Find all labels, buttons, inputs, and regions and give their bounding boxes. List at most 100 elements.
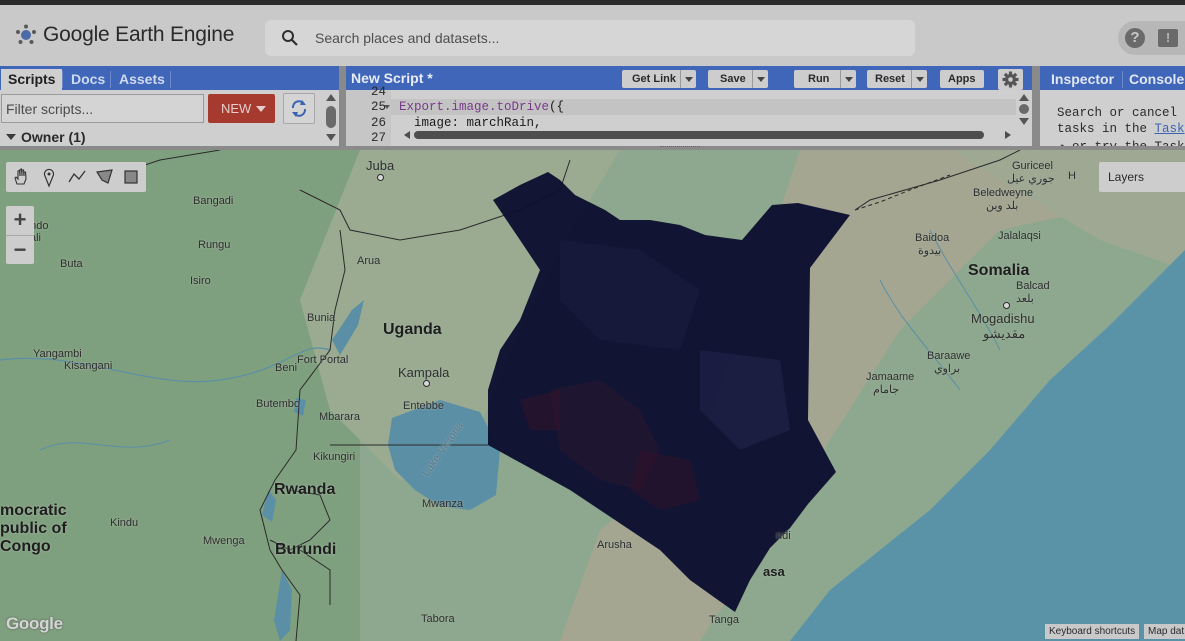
reset-button[interactable]: Reset xyxy=(867,70,927,88)
map-label-guriceel-ar: جوري عيل xyxy=(1007,173,1055,185)
keyboard-shortcuts-link[interactable]: Keyboard shortcuts xyxy=(1045,624,1140,639)
polygon-icon[interactable] xyxy=(93,165,117,189)
map-label-mogadishu: Mogadishu xyxy=(971,311,1035,326)
map-label-kikungiri: Kikungiri xyxy=(313,451,356,463)
chevron-down-icon[interactable] xyxy=(680,70,696,88)
fold-arrow-icon[interactable] xyxy=(384,105,390,109)
map-data-link[interactable]: Map dat xyxy=(1144,624,1185,639)
scroll-left-icon[interactable] xyxy=(404,131,410,139)
map-label-rungu: Rungu xyxy=(198,239,231,251)
map-label-balcad-ar: بلعد xyxy=(1016,293,1034,305)
map-label-mbarara: Mbarara xyxy=(319,411,360,423)
editor-toolbar: New Script * Get Link Save Run Reset App… xyxy=(346,66,1032,90)
chevron-down-icon xyxy=(256,106,266,112)
apps-button[interactable]: Apps xyxy=(940,70,984,88)
map-label-democratic: mocratic xyxy=(0,502,67,519)
rectangle-icon[interactable] xyxy=(119,165,143,189)
tasks-message-text: tasks in the xyxy=(1057,122,1155,136)
header-actions: ? ! xyxy=(1118,21,1185,55)
layers-button[interactable]: Layers xyxy=(1099,162,1185,192)
map-label-rwanda: Rwanda xyxy=(274,481,336,498)
city-marker-icon xyxy=(423,380,430,387)
new-button[interactable]: NEW xyxy=(208,94,275,123)
refresh-button[interactable] xyxy=(283,93,315,124)
google-logo: Google xyxy=(6,614,63,633)
tab-inspector[interactable]: Inspector xyxy=(1044,69,1121,90)
editor-scrollbar[interactable] xyxy=(1017,92,1029,132)
hand-icon[interactable] xyxy=(9,165,33,189)
tab-divider xyxy=(170,71,171,88)
map-label-baidoa-ar: بيدوة xyxy=(918,245,942,257)
city-marker-icon xyxy=(1003,302,1010,309)
reset-label: Reset xyxy=(875,73,905,85)
right-tabbar: Inspector Console xyxy=(1040,66,1185,90)
zoom-control: + − xyxy=(6,206,34,264)
scroll-thumb[interactable] xyxy=(326,106,336,128)
map-label-tanga: Tanga xyxy=(709,614,739,626)
new-button-label: NEW xyxy=(221,101,252,116)
map-label-arua: Arua xyxy=(357,255,381,267)
map-label-jamaame: Jamaame xyxy=(866,371,915,383)
scripts-scrollbar[interactable] xyxy=(325,92,337,146)
map-label-baraawe-ar: براوي xyxy=(934,363,961,375)
scroll-thumb[interactable] xyxy=(1019,104,1029,114)
map-base xyxy=(0,150,1185,641)
map-label-burundi: Burundi xyxy=(275,541,337,558)
tasks-message: Search or cancel m xyxy=(1057,106,1185,120)
app-logo[interactable]: Google Earth Engine xyxy=(15,23,234,47)
tab-divider xyxy=(110,71,111,88)
settings-button[interactable] xyxy=(998,69,1023,90)
chevron-down-icon[interactable] xyxy=(840,70,856,88)
get-link-button[interactable]: Get Link xyxy=(622,70,696,88)
scroll-right-icon[interactable] xyxy=(1005,131,1011,139)
chevron-down-icon[interactable] xyxy=(752,70,768,88)
horizontal-scrollbar[interactable] xyxy=(414,131,984,139)
scroll-up-icon[interactable] xyxy=(1019,94,1029,101)
earth-engine-logo-icon xyxy=(16,24,36,44)
code-line: image: marchRain, xyxy=(399,116,542,130)
map-label-mwenga: Mwenga xyxy=(203,535,245,547)
map-label-h: H xyxy=(1068,170,1076,182)
tab-divider xyxy=(62,71,63,88)
line-number: 26 xyxy=(370,116,386,130)
earth-engine-app: Google Earth Engine ? ! Scripts Docs Ass… xyxy=(0,0,1185,641)
help-icon[interactable]: ? xyxy=(1125,28,1145,48)
gear-icon xyxy=(1002,71,1019,88)
left-tabbar: Scripts Docs Assets xyxy=(0,66,339,90)
map-label-butembo: Butembo xyxy=(256,398,301,410)
map-label-baraawe: Baraawe xyxy=(927,350,971,362)
map-label-guriceel: Guriceel xyxy=(1012,160,1053,172)
refresh-icon xyxy=(291,100,307,117)
zoom-in-button[interactable]: + xyxy=(6,206,34,235)
task-link[interactable]: Task xyxy=(1155,122,1185,136)
map-label-congo: Congo xyxy=(0,538,51,555)
code-editor[interactable]: 24 25 26 27 Export.image.toDrive({ image… xyxy=(346,85,1032,146)
owner-section[interactable]: Owner (1) xyxy=(6,129,86,145)
chevron-down-icon[interactable] xyxy=(911,70,927,88)
tab-docs[interactable]: Docs xyxy=(64,69,112,90)
tab-console[interactable]: Console xyxy=(1122,69,1185,90)
map-label-yangambi: Yangambi xyxy=(33,348,82,360)
feedback-icon[interactable]: ! xyxy=(1158,29,1178,47)
search-input[interactable] xyxy=(315,20,895,56)
search-icon xyxy=(282,30,298,46)
scroll-down-icon[interactable] xyxy=(1019,118,1029,125)
map-label-malindi: ndi xyxy=(776,530,791,542)
save-button[interactable]: Save xyxy=(708,70,768,88)
map-label-mombasa: asa xyxy=(763,564,785,579)
map-canvas[interactable]: Juba Bangadi ondo ali Rungu Buta Isiro A… xyxy=(0,150,1185,641)
map-label-balcad: Balcad xyxy=(1016,280,1050,292)
point-icon[interactable] xyxy=(37,165,61,189)
zoom-out-button[interactable]: − xyxy=(6,235,34,264)
run-button[interactable]: Run xyxy=(794,70,856,88)
map-label-tabora: Tabora xyxy=(421,613,455,625)
scroll-down-icon[interactable] xyxy=(326,134,336,141)
filter-scripts-input[interactable] xyxy=(1,94,204,123)
map-label-kampala: Kampala xyxy=(398,365,450,380)
tab-assets[interactable]: Assets xyxy=(112,69,172,90)
map-label-beledweyne-ar: بلد وين xyxy=(986,200,1019,212)
map-label-fort-portal: Fort Portal xyxy=(297,354,349,366)
line-icon[interactable] xyxy=(65,165,89,189)
tab-scripts[interactable]: Scripts xyxy=(1,69,63,90)
scroll-up-icon[interactable] xyxy=(326,94,336,101)
